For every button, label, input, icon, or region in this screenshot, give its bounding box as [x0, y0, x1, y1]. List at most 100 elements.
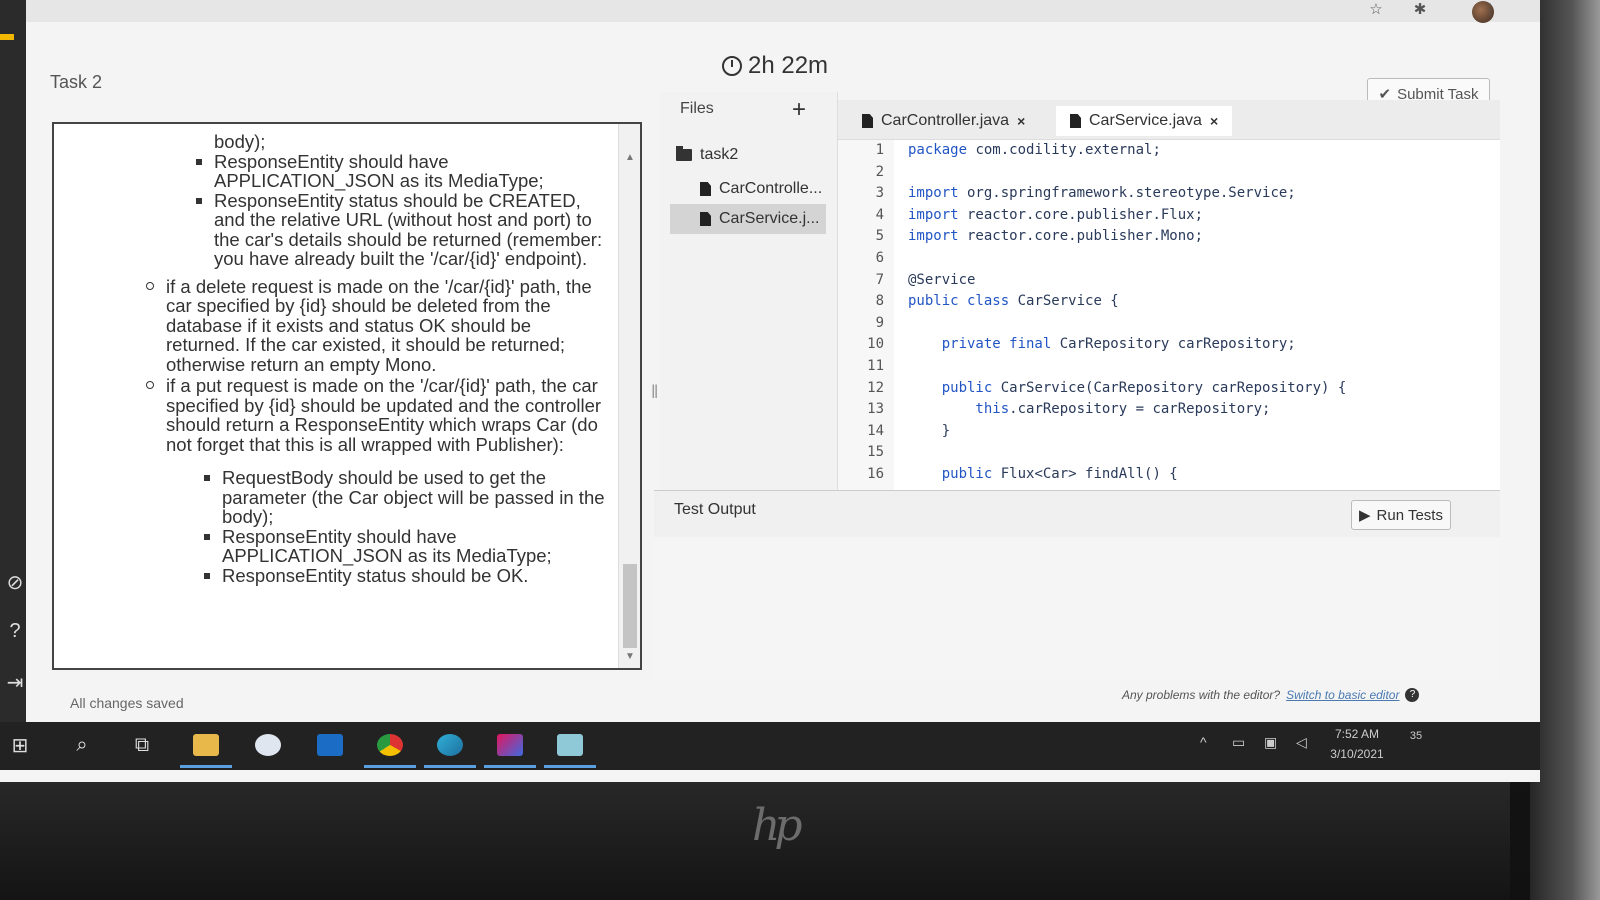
add-file-button[interactable]: + [792, 96, 806, 124]
file-label: CarService.j... [719, 210, 820, 227]
code-rest: com.codility.external; [967, 142, 1161, 158]
switch-editor-link[interactable]: Switch to basic editor [1286, 688, 1399, 702]
code-keyword: public class [908, 293, 1010, 310]
tab-carcontroller[interactable]: CarController.java × [848, 106, 1039, 136]
hide-icon[interactable]: ⊘ [2, 570, 28, 596]
code-keyword: this [908, 401, 1010, 418]
code-text: public class CarService { [908, 293, 1119, 309]
code-line: 14 } [838, 423, 1500, 445]
file-item-carservice[interactable]: CarService.j... [670, 204, 826, 234]
task-view-icon[interactable]: ⧉ [124, 728, 160, 762]
line-number: 14 [867, 422, 884, 439]
code-rest: } [908, 422, 951, 439]
tab-label: CarController.java [881, 112, 1010, 129]
scroll-thumb[interactable] [623, 564, 637, 648]
code-line: 8 public class CarService { [838, 293, 1500, 315]
edge-icon[interactable] [424, 728, 476, 768]
code-editor[interactable]: 1 package com.codility.external; 2 3 import … [838, 140, 1500, 490]
code-keyword: package [908, 142, 968, 158]
notepad-icon[interactable] [544, 728, 596, 768]
test-output-label: Test Output [674, 501, 756, 518]
logout-icon[interactable]: ⇥ [2, 670, 28, 696]
scroll-down-icon[interactable]: ▼ [625, 651, 635, 662]
clock-time: 7:52 AM [1334, 727, 1380, 741]
line-number: 11 [867, 358, 884, 374]
browser-toolbar: ☆ ✱ ⋮ [26, 0, 1540, 23]
screen: ☆ ✱ ⋮ ⊘ ? ⇥ Task 2 2h 22m ✔ Submit Task … [0, 0, 1540, 782]
file-label: CarControlle... [719, 180, 823, 197]
code-text: package com.codility.external; [908, 142, 1161, 158]
puzzle-icon[interactable]: ✱ [1410, 0, 1430, 20]
close-icon[interactable]: × [1210, 113, 1218, 129]
instruction-list: if a delete request is made on the '/car… [54, 276, 608, 455]
code-text: private final CarRepository carRepositor… [908, 336, 1296, 352]
code-rest: .carRepository = carRepository; [1009, 401, 1271, 418]
code-line: 15 [838, 444, 1500, 466]
folder-task2[interactable]: task2 [676, 140, 826, 170]
code-text: import org.springframework.stereotype.Se… [908, 185, 1296, 201]
timer: 2h 22m [722, 52, 828, 80]
battery-icon[interactable]: ▭ [1232, 734, 1245, 751]
tab-carservice[interactable]: CarService.java × [1056, 106, 1233, 136]
star-icon[interactable]: ☆ [1366, 0, 1386, 20]
timer-text: 2h 22m [748, 52, 829, 79]
line-number: 2 [875, 163, 884, 180]
chevron-up-icon[interactable]: ^ [1200, 734, 1207, 750]
code-text: public CarService(CarRepository carRepos… [908, 379, 1347, 396]
line-number: 8 [875, 293, 884, 310]
chrome-icon[interactable] [364, 728, 416, 768]
outlook-icon[interactable] [312, 728, 348, 762]
clock-date: 3/10/2021 [1330, 747, 1384, 761]
line-number: 10 [867, 336, 884, 353]
file-icon [862, 114, 873, 128]
code-rest: reactor.core.publisher.Mono; [958, 228, 1204, 245]
search-icon[interactable]: ⌕ [64, 728, 100, 762]
close-icon[interactable]: × [1017, 113, 1025, 129]
strip-accent [0, 34, 14, 40]
instructions-scrollbar[interactable]: ▲ ▼ [618, 124, 640, 668]
notification-count: 35 [1409, 730, 1423, 742]
run-tests-button[interactable]: ▶ Run Tests [1351, 500, 1451, 530]
scroll-up-icon[interactable]: ▲ [625, 152, 635, 163]
network-icon[interactable]: ▣ [1264, 734, 1277, 751]
side-app-strip: ⊘ ? ⇥ [0, 0, 26, 722]
code-rest: CarRepository carRepository; [1051, 336, 1296, 353]
windows-start-icon[interactable]: ⊞ [2, 728, 38, 762]
intellij-icon[interactable] [484, 728, 536, 768]
editor-help-text: Any problems with the editor? [1122, 688, 1281, 702]
file-icon [1070, 114, 1081, 128]
line-number: 4 [875, 206, 884, 223]
volume-icon[interactable]: ◁ [1296, 734, 1307, 751]
code-line: 5 import reactor.core.publisher.Mono; [838, 228, 1500, 250]
list-item: ResponseEntity status should be CREATED,… [54, 190, 608, 269]
line-number: 7 [875, 271, 884, 288]
list-item: ResponseEntity should have APPLICATION_J… [54, 526, 608, 566]
file-explorer-icon[interactable] [180, 728, 232, 768]
code-line: 6 [838, 250, 1500, 272]
list-item-put: if a put request is made on the '/car/{i… [54, 376, 608, 454]
files-header: Files [680, 100, 714, 117]
app-icon[interactable] [250, 728, 286, 762]
code-text: import reactor.core.publisher.Mono; [908, 228, 1203, 244]
kebab-menu-icon[interactable]: ⋮ [1480, 0, 1500, 20]
line-number: 16 [867, 466, 884, 482]
run-tests-label: Run Tests [1376, 506, 1443, 524]
code-keyword: public [908, 379, 993, 396]
editor-help: Any problems with the editor? Switch to … [1122, 688, 1420, 702]
code-line: 10 private final CarRepository carReposi… [838, 336, 1500, 358]
line-number: 5 [875, 228, 884, 245]
clock[interactable]: 7:52 AM 3/10/2021 [1322, 724, 1392, 764]
list-item: ResponseEntity should have APPLICATION_J… [54, 151, 608, 191]
code-rest: CarService(CarRepository carRepository) … [992, 379, 1347, 396]
help-circle-icon[interactable]: ? [2, 620, 28, 646]
instructions-content: body); ResponseEntity should have APPLIC… [54, 124, 618, 668]
list-item: ResponseEntity status should be OK. [54, 565, 608, 586]
save-status: All changes saved [70, 695, 184, 711]
code-keyword: private final [908, 336, 1052, 353]
instructions-panel[interactable]: body); ResponseEntity should have APPLIC… [52, 122, 642, 670]
notification-icon[interactable]: 35 [1404, 730, 1428, 752]
split-handle-icon[interactable]: ‖ [651, 382, 658, 403]
file-item-carcontroller[interactable]: CarControlle... [670, 174, 826, 204]
help-icon[interactable]: ? [1405, 688, 1420, 702]
code-keyword: import [908, 228, 959, 245]
